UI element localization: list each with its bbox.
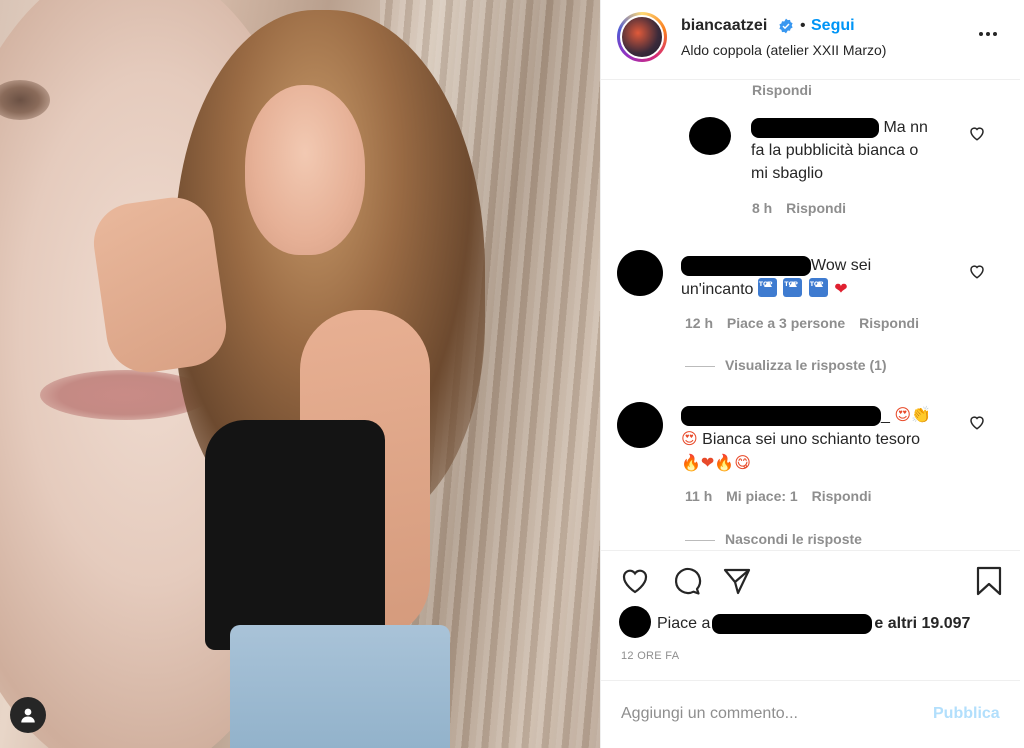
comment-likes-count[interactable]: Piace a 3 persone: [727, 315, 845, 331]
publish-button[interactable]: Pubblica: [933, 705, 1000, 723]
share-icon[interactable]: [721, 565, 753, 597]
post-time: 12 ORE FA: [621, 650, 680, 662]
heart-emoji: ❤: [834, 279, 848, 298]
verified-badge-icon: [779, 18, 793, 34]
author-username[interactable]: biancaatzei: [681, 17, 767, 35]
author-avatar[interactable]: [617, 12, 667, 62]
model-jeans: [230, 625, 450, 748]
comment-likes-count[interactable]: Mi piace: 1: [726, 488, 798, 504]
top-emoji-icon: [783, 273, 803, 297]
redacted-username: [681, 405, 881, 426]
model-arm: [88, 192, 232, 378]
comment-text-1a: Ma nn: [883, 119, 928, 136]
reply-link[interactable]: Rispondi: [752, 82, 812, 98]
comment-text-3b: Bianca sei uno schianto tesoro: [702, 431, 921, 448]
comment-meta: 11 h Mi piace: 1 Rispondi: [685, 488, 882, 504]
separator-dot: •: [800, 17, 806, 34]
replies-line: [685, 365, 715, 367]
model-top: [205, 420, 385, 650]
heart-eyes-emoji: 😍: [681, 429, 698, 448]
like-icon[interactable]: [619, 565, 651, 597]
comment-time: 12 h: [685, 315, 714, 331]
post-location[interactable]: Aldo coppola (atelier XXII Marzo): [681, 42, 886, 58]
likes-text: Piace a e altri 19.097: [657, 614, 970, 634]
liker-avatar[interactable]: [619, 606, 651, 638]
like-comment-icon[interactable]: [968, 262, 986, 280]
save-bookmark-icon[interactable]: [973, 565, 1005, 597]
post-sidebar: biancaatzei • Segui Aldo coppola (atelie…: [600, 0, 1024, 748]
comment-text-2b: un'incanto: [681, 281, 754, 298]
like-comment-icon[interactable]: [968, 413, 986, 431]
comment-text-2a: Wow sei: [811, 257, 872, 274]
comment-meta: 8 h Rispondi: [752, 200, 856, 216]
comment-text-1b: fa la pubblicità bianca o: [751, 142, 919, 159]
commenter-avatar[interactable]: [617, 402, 663, 448]
comment-input[interactable]: [621, 699, 921, 729]
hide-replies-label[interactable]: Nascondi le risposte: [725, 531, 862, 547]
replies-line: [685, 539, 715, 541]
like-comment-icon[interactable]: [968, 124, 986, 142]
tagged-user-icon[interactable]: [10, 697, 46, 733]
comments-list[interactable]: Rispondi Ma nn fa la pubblicità bianca o…: [601, 80, 1020, 550]
post-header: biancaatzei • Segui Aldo coppola (atelie…: [601, 0, 1020, 80]
commenter-avatar[interactable]: [689, 117, 731, 155]
top-emoji-icon: [808, 273, 828, 297]
comment-username-suffix: _: [881, 407, 890, 424]
likes-count[interactable]: e altri 19.097: [874, 615, 970, 632]
comment-body: Wow sei un'incanto ❤: [681, 254, 921, 301]
more-options-icon[interactable]: [979, 26, 1003, 42]
view-replies[interactable]: Visualizza le risposte (1): [685, 357, 897, 373]
commenter-avatar[interactable]: [617, 250, 663, 296]
top-emoji-icon: [757, 273, 777, 297]
model-face: [245, 85, 365, 255]
post-actions: [601, 550, 1020, 610]
hide-replies[interactable]: Nascondi le risposte: [685, 531, 872, 547]
comment-icon[interactable]: [671, 565, 703, 597]
reply-link[interactable]: Rispondi: [859, 315, 919, 331]
heart-eyes-emoji: 😍👏: [894, 405, 931, 424]
comment-text-1c: mi sbaglio: [751, 165, 824, 182]
likes-prefix: Piace a: [657, 615, 711, 633]
comment-meta: 12 h Piace a 3 persone Rispondi: [685, 315, 929, 331]
view-replies-label[interactable]: Visualizza le risposte (1): [725, 357, 887, 373]
post-image[interactable]: [0, 0, 600, 748]
likes-summary: Piace a e altri 19.097: [601, 604, 1020, 644]
reply-link[interactable]: Rispondi: [812, 488, 872, 504]
fire-heart-emoji: 🔥❤🔥😋: [681, 453, 751, 472]
reply-link[interactable]: Rispondi: [786, 200, 846, 216]
comment-time: 8 h: [752, 200, 773, 216]
follow-button[interactable]: Segui: [811, 17, 855, 35]
redacted-username: [712, 614, 873, 634]
comment-body: Ma nn fa la pubblicità bianca o mi sbagl…: [751, 116, 981, 185]
comment-body: _ 😍👏 😍 Bianca sei uno schianto tesoro 🔥❤…: [681, 403, 971, 475]
add-comment-bar: Pubblica: [601, 680, 1020, 748]
redacted-username: [751, 117, 879, 138]
comment-time: 11 h: [685, 488, 713, 504]
